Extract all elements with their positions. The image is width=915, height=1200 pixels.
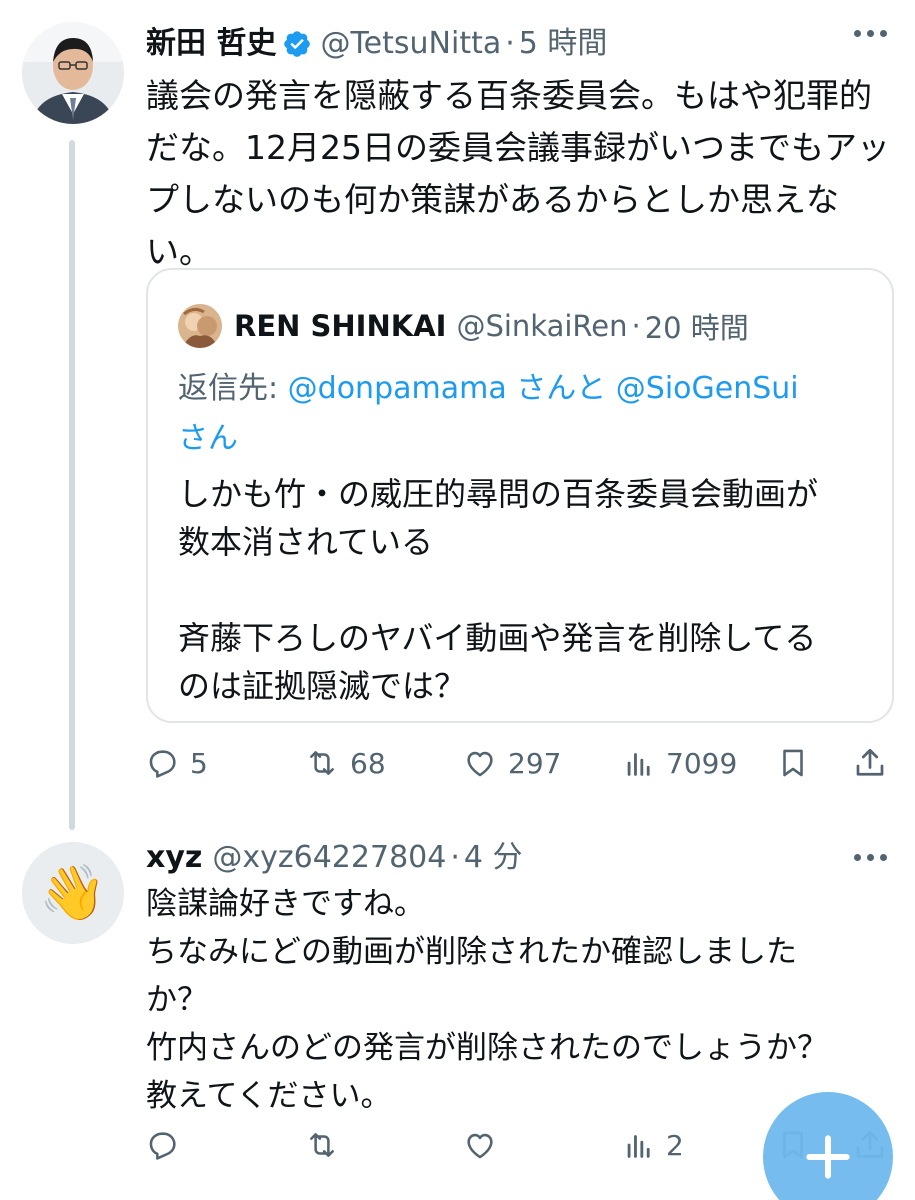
quoted-author-avatar[interactable] — [178, 304, 222, 348]
views-button[interactable]: 7099 — [622, 738, 737, 788]
quoted-separator-dot: · — [631, 309, 641, 343]
tweet-text: 議会の発言を隠蔽する百条委員会。もはや犯罪的 だな。12月25日の委員会議事録が… — [146, 76, 890, 271]
reply-separator-dot: · — [450, 840, 460, 875]
quoted-author-handle[interactable]: @SinkaiRen — [456, 309, 627, 343]
quoted-author-name[interactable]: REN SHINKAI — [234, 309, 446, 343]
reply-more-options-icon[interactable] — [854, 854, 887, 861]
reply-author-name[interactable]: xyz — [146, 838, 202, 878]
waving-hand-icon: 👋 — [39, 861, 107, 924]
reply-author-avatar[interactable]: 👋 — [22, 842, 124, 944]
quoted-timestamp[interactable]: 20 時間 — [645, 305, 749, 347]
repost-button[interactable]: 68 — [304, 738, 386, 788]
quoted-tweet-text: しかも竹・の威圧的尋問の百条委員会動画が 数本消されている 斉藤下ろしのヤバイ動… — [178, 475, 819, 705]
author-photo — [22, 22, 124, 124]
quoted-tweet-card[interactable]: REN SHINKAI @SinkaiRen · 20 時間 返信先: @don… — [146, 268, 894, 723]
reply-views-count: 2 — [666, 1128, 684, 1162]
like-button[interactable]: 297 — [462, 738, 561, 788]
thread-connector-line — [69, 140, 75, 830]
compose-plus-icon — [806, 1135, 850, 1179]
tweet-action-bar: 5 68 297 7099 — [146, 738, 891, 788]
views-chart-icon — [627, 753, 650, 776]
tweet-header: 新田 哲史 @TetsuNitta · 5 時間 — [146, 24, 607, 64]
more-options-icon[interactable] — [854, 30, 887, 37]
share-icon — [856, 748, 884, 776]
repost-icon — [310, 1133, 334, 1157]
reply-mention-siogensui[interactable]: @SioGenSui — [616, 371, 799, 406]
reply-mention-connector: さんと — [506, 371, 616, 406]
views-count: 7099 — [666, 746, 738, 780]
tweet-timestamp[interactable]: 5 時間 — [519, 24, 608, 64]
bookmark-button[interactable] — [776, 738, 810, 788]
reply-icon — [149, 750, 176, 778]
quoted-avatar-artwork — [178, 304, 222, 348]
reply-mention-suffix: さん — [178, 421, 238, 456]
repost-count: 68 — [350, 746, 386, 780]
author-avatar[interactable] — [22, 22, 124, 124]
views-chart-icon — [627, 1135, 650, 1158]
reply-icon — [149, 1132, 176, 1160]
reply-header: xyz @xyz64227804 · 4 分 — [146, 838, 523, 878]
reply-mention-donpamama[interactable]: @donpamama — [288, 371, 507, 406]
share-button[interactable] — [852, 738, 888, 788]
reply-repost-button[interactable] — [304, 1120, 350, 1170]
replying-to-line: 返信先: @donpamama さんと @SioGenSui さん — [178, 364, 868, 464]
repost-icon — [310, 751, 334, 775]
reply-reply-button[interactable] — [146, 1120, 190, 1170]
main-tweet[interactable]: 新田 哲史 @TetsuNitta · 5 時間 議会の発言を隠蔽する百条委員会… — [0, 0, 915, 830]
author-name[interactable]: 新田 哲史 — [146, 24, 276, 64]
reply-author-handle[interactable]: @xyz64227804 — [212, 838, 446, 878]
reply-button[interactable]: 5 — [146, 738, 208, 788]
bookmark-icon — [783, 749, 803, 777]
quoted-tweet-header: REN SHINKAI @SinkaiRen · 20 時間 — [178, 304, 749, 348]
reply-like-button[interactable] — [462, 1120, 508, 1170]
reply-count: 5 — [190, 746, 208, 780]
author-handle[interactable]: @TetsuNitta — [320, 24, 501, 64]
heart-icon — [467, 1133, 493, 1159]
reply-timestamp[interactable]: 4 分 — [464, 838, 523, 878]
reply-views-button[interactable]: 2 — [622, 1120, 684, 1170]
replying-to-prefix: 返信先: — [178, 371, 288, 406]
reply-text: 陰謀論好きですね。 ちなみにどの動画が削除されたか確認しました か？ 竹内さんの… — [146, 886, 828, 1114]
like-count: 297 — [508, 746, 562, 780]
separator-dot: · — [505, 26, 515, 61]
verified-badge-icon — [282, 29, 312, 59]
heart-icon — [467, 751, 493, 777]
